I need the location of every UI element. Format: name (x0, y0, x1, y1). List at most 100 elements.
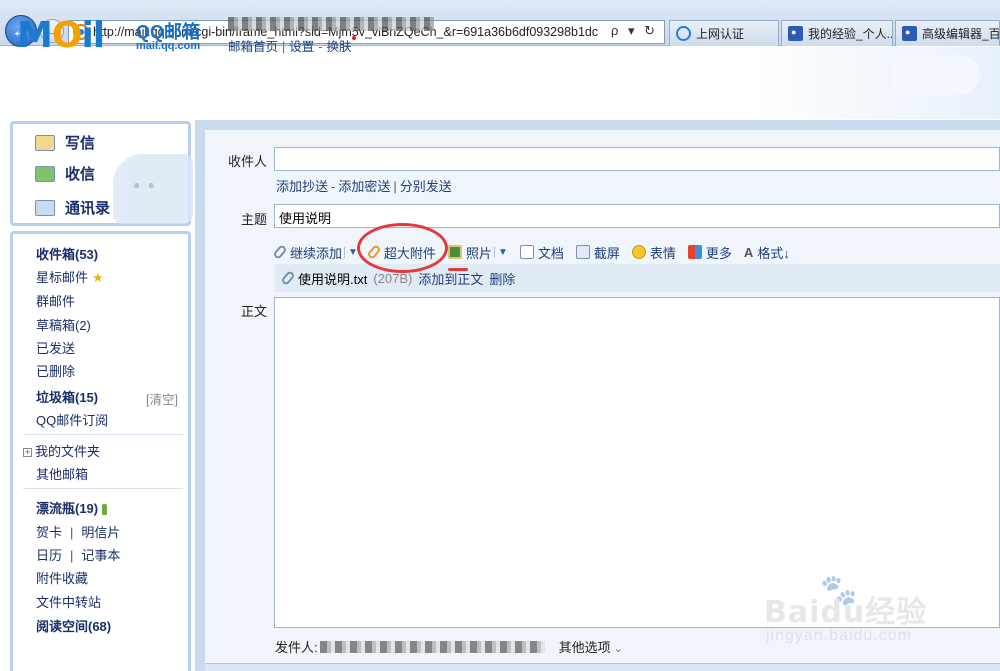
smiley-icon (631, 245, 646, 259)
add-bcc-link[interactable]: 添加密送 (338, 179, 390, 194)
address-tools[interactable]: ρ ▾ ↻ (611, 23, 658, 39)
body-label: 正文 (241, 304, 268, 319)
cards-row: 贺卡 | 明信片 (36, 525, 121, 540)
attachment-name: 使用说明.txt (298, 271, 368, 287)
brand-domain: mail.qq.com (136, 40, 201, 52)
compose-button[interactable]: 写信 (35, 132, 95, 153)
change-skin-link[interactable]: 换肤 (326, 40, 351, 54)
calendar-link[interactable]: 日历 (36, 548, 62, 563)
double-chevron-down-icon: ⌄ (613, 643, 623, 655)
cc-links: 添加抄送 - 添加密送 | 分别发送 (276, 179, 452, 194)
sender-label: 发件人: (275, 640, 318, 655)
folder-spam[interactable]: 垃圾箱(15) (36, 387, 98, 406)
inbox-icon (35, 165, 55, 182)
settings-link[interactable]: 设置 (289, 40, 314, 54)
header-links: 邮箱首页 | 设置 - 换肤 (228, 36, 357, 55)
folder-starred-label: 星标邮件 (36, 270, 89, 285)
expand-plus-icon[interactable]: + (23, 448, 32, 457)
contacts-button[interactable]: 通讯录 (35, 197, 110, 218)
document-button[interactable]: 文档 (519, 243, 564, 262)
photo-button[interactable]: 照片 ▼ (447, 243, 508, 262)
screenshot-icon (575, 245, 590, 259)
drift-bottle-label: 漂流瓶(19) (36, 501, 99, 516)
bottle-icon (102, 504, 108, 516)
compose-toolbar: 继续添加 ▼ 超大附件 照片 ▼ 文档 截屏 表情 更多 A 格式↓ (272, 242, 802, 262)
tab-label: 我的经验_个人... (808, 27, 893, 41)
photo-icon (447, 245, 462, 259)
emoticon-button[interactable]: 表情 (631, 243, 676, 262)
tab-label: 高级编辑器_百... (922, 27, 1000, 41)
browser-tab[interactable]: 上网认证 (669, 20, 779, 46)
star-icon: ★ (92, 270, 104, 285)
folder-starred[interactable]: 星标邮件 ★ (36, 267, 104, 286)
folder-inbox[interactable]: 收件箱(53) (36, 244, 98, 263)
attachment-favorites-link[interactable]: 附件收藏 (36, 568, 88, 587)
greeting-cards-link[interactable]: 贺卡 (36, 525, 62, 540)
format-label: 格式↓ (757, 245, 790, 261)
more-label: 更多 (705, 245, 732, 261)
baidu-watermark: 🐾 Baidu经验 jingyan.baidu.com (764, 573, 964, 653)
continue-add-label: 继续添加 (290, 245, 343, 261)
compose-label: 写信 (65, 135, 96, 152)
contacts-icon (35, 199, 55, 216)
folder-sent[interactable]: 已发送 (36, 338, 75, 357)
browser-tab[interactable]: 高级编辑器_百... (895, 20, 1000, 46)
paw-icon (788, 26, 803, 41)
add-cc-link[interactable]: 添加抄送 (276, 179, 328, 194)
delete-attachment-link[interactable]: 删除 (489, 269, 515, 288)
other-options-link[interactable]: 其他选项 ⌄ (559, 637, 623, 656)
add-to-body-link[interactable]: 添加到正文 (418, 269, 483, 288)
watermark-brand: Baidu经验 (764, 595, 928, 630)
contacts-label: 通讯录 (65, 200, 111, 217)
bottom-button-strip (205, 663, 1000, 671)
sidebar-divider (23, 434, 183, 435)
paperclip-icon (280, 270, 296, 286)
watermark-site: jingyan.baidu.com (766, 627, 912, 644)
penguin-decoration (113, 154, 193, 224)
more-icon (687, 245, 702, 259)
receive-label: 收信 (65, 166, 96, 183)
emoticon-label: 表情 (649, 245, 676, 261)
browser-tab[interactable]: 我的经验_个人... (781, 20, 893, 46)
document-label: 文档 (537, 245, 564, 261)
font-a-icon: A (743, 244, 754, 260)
separate-send-link[interactable]: 分别发送 (400, 179, 452, 194)
folder-deleted[interactable]: 已删除 (36, 361, 75, 380)
masked-sender-address[interactable] (319, 640, 545, 653)
folder-my-folders[interactable]: + 我的文件夹 (23, 441, 100, 460)
paw-icon (902, 26, 917, 41)
receive-button[interactable]: 收信 (35, 163, 95, 184)
other-options-label: 其他选项 (558, 640, 611, 655)
sender-row: 发件人: 其他选项 ⌄ (275, 637, 623, 656)
folder-drafts[interactable]: 草稿箱(2) (36, 315, 91, 334)
screenshot-button[interactable]: 截屏 (575, 243, 620, 262)
screenshot-label: 截屏 (593, 245, 620, 261)
to-input[interactable] (274, 147, 1000, 171)
my-folders-label: 我的文件夹 (35, 444, 101, 459)
cloud-decoration (890, 55, 980, 95)
photo-label: 照片 (465, 245, 492, 261)
tab-label: 上网认证 (696, 27, 745, 41)
reading-space-link[interactable]: 阅读空间(68) (36, 616, 111, 635)
notepad-link[interactable]: 记事本 (81, 548, 120, 563)
notification-dot (352, 36, 357, 40)
compose-icon (35, 134, 55, 151)
continue-add-button[interactable]: 继续添加 ▼ (272, 243, 358, 262)
folder-group[interactable]: 群邮件 (36, 291, 75, 310)
folder-other-mailboxes[interactable]: 其他邮箱 (36, 464, 88, 483)
mail-header (0, 47, 1000, 119)
clear-spam-link[interactable]: [清空] (146, 389, 178, 408)
drift-bottle-link[interactable]: 漂流瓶(19) (36, 498, 108, 517)
subject-label: 主题 (241, 212, 268, 227)
mail-logo[interactable]: MOil (17, 15, 105, 56)
to-label: 收件人 (228, 154, 268, 169)
chevron-down-icon[interactable]: ▼ (344, 246, 358, 258)
document-icon (519, 245, 534, 259)
format-button[interactable]: A 格式↓ (744, 243, 790, 262)
chevron-down-icon[interactable]: ▼ (493, 246, 508, 258)
file-transfer-link[interactable]: 文件中转站 (36, 592, 101, 611)
postcards-link[interactable]: 明信片 (81, 525, 120, 540)
mailbox-home-link[interactable]: 邮箱首页 (228, 40, 278, 54)
folder-subscriptions[interactable]: QQ邮件订阅 (36, 410, 108, 429)
more-button[interactable]: 更多 (687, 243, 732, 262)
